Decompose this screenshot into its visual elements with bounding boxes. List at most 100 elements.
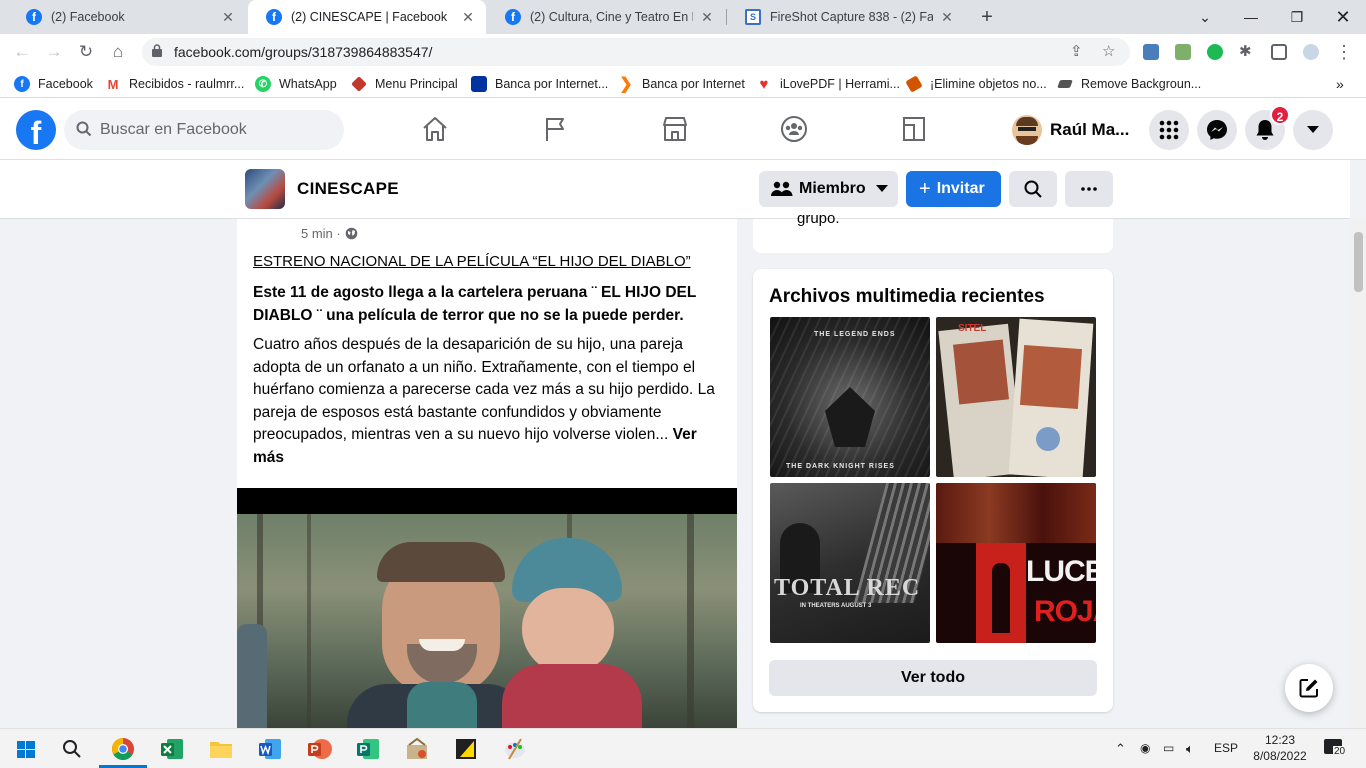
bookmark-label: Banca por Internet: [642, 77, 745, 91]
chrome-menu-icon[interactable]: ⋮: [1332, 40, 1356, 64]
marketplace-icon[interactable]: [659, 113, 691, 145]
notification-center[interactable]: 20: [1324, 737, 1350, 757]
bookmark-banca-2[interactable]: ❯ Banca por Internet: [618, 75, 745, 93]
minimize-button[interactable]: —: [1228, 0, 1274, 34]
media-thumb-dark-knight[interactable]: THE LEGEND ENDS THE DARK KNIGHT RISES: [770, 317, 930, 477]
bookmark-remove-bg[interactable]: Remove Backgroun...: [1057, 75, 1201, 93]
close-tab-icon[interactable]: ✕: [699, 9, 715, 26]
file-explorer-icon[interactable]: [207, 735, 235, 763]
bookmark-ilovepdf[interactable]: ♥ iLovePDF | Herrami...: [756, 75, 900, 93]
gaming-icon[interactable]: [898, 113, 930, 145]
extension-green-icon[interactable]: [1207, 44, 1223, 60]
facebook-favicon: f: [505, 9, 521, 25]
tools-app-icon[interactable]: [403, 735, 431, 763]
post-time[interactable]: 5 min ·: [301, 226, 341, 241]
taskbar-search-icon[interactable]: [58, 735, 86, 763]
media-thumb-luces-rojas[interactable]: LUCES ROJA: [936, 483, 1096, 643]
group-search-button[interactable]: [1009, 171, 1057, 207]
tab-facebook[interactable]: f (2) Facebook ✕: [8, 0, 246, 34]
new-message-button[interactable]: [1285, 664, 1333, 712]
close-tab-icon[interactable]: ✕: [220, 9, 236, 26]
language-indicator[interactable]: ESP: [1214, 741, 1238, 755]
messenger-button[interactable]: [1197, 110, 1237, 150]
publisher-icon[interactable]: [354, 735, 382, 763]
media-text: SITEL: [958, 323, 987, 334]
bookmark-elimine[interactable]: ¡Elimine objetos no...: [905, 75, 1047, 93]
powerpoint-icon[interactable]: [305, 735, 333, 763]
avatar: [1012, 115, 1042, 145]
side-panel-icon[interactable]: [1271, 44, 1287, 60]
url-bar[interactable]: facebook.com/groups/318739864883547/ ⇪ ☆: [142, 38, 1130, 66]
show-hidden-icons[interactable]: ⌃: [1115, 741, 1126, 757]
restore-button[interactable]: ❐: [1274, 0, 1320, 34]
member-label: Miembro: [799, 180, 866, 197]
bookmark-label: Banca por Internet...: [495, 77, 609, 91]
scrollbar-thumb[interactable]: [1354, 232, 1363, 292]
pages-flag-icon[interactable]: [539, 113, 571, 145]
paint-icon[interactable]: [501, 735, 529, 763]
member-button[interactable]: Miembro: [759, 171, 898, 207]
menu-grid-button[interactable]: [1149, 110, 1189, 150]
media-thumb-tickets[interactable]: SITEL: [936, 317, 1096, 477]
facebook-search[interactable]: [64, 110, 344, 150]
bookmark-facebook[interactable]: f Facebook: [14, 75, 93, 93]
search-input[interactable]: [100, 110, 330, 150]
facebook-logo-icon[interactable]: f: [16, 110, 56, 151]
bookmark-label: Recibidos - raulmrr...: [129, 77, 245, 91]
bookmark-star-icon[interactable]: ☆: [1102, 42, 1115, 60]
tab-cultura-cine[interactable]: f (2) Cultura, Cine y Teatro En Lima ✕: [487, 0, 725, 34]
sticky-notes-icon[interactable]: [452, 735, 480, 763]
taskbar-clock[interactable]: 12:23 8/08/2022: [1250, 732, 1310, 764]
gmail-icon: M: [105, 76, 121, 92]
close-window-button[interactable]: ✕: [1320, 0, 1366, 34]
tab-search-icon[interactable]: ⌄: [1182, 0, 1228, 34]
profile-chip[interactable]: Raúl Ma...: [1012, 110, 1129, 150]
group-more-button[interactable]: [1065, 171, 1113, 207]
bookmark-menu-principal[interactable]: Menu Principal: [351, 75, 458, 93]
more-bookmarks-icon[interactable]: »: [1336, 75, 1344, 93]
bookmark-whatsapp[interactable]: ✆ WhatsApp: [255, 75, 337, 93]
group-name[interactable]: CINESCAPE: [297, 179, 399, 199]
media-text: LUCES: [1026, 555, 1096, 588]
reload-icon[interactable]: ↻: [74, 40, 98, 64]
volume-icon[interactable]: 🔈︎: [1186, 741, 1194, 757]
bell-icon: [1256, 120, 1274, 140]
tab-title: (2) Cultura, Cine y Teatro En Lima: [530, 10, 693, 24]
extension-fireshot-icon[interactable]: [1143, 44, 1159, 60]
post-video[interactable]: [237, 488, 737, 728]
forward-icon[interactable]: →: [42, 40, 66, 64]
invite-label: Invitar: [936, 180, 985, 197]
home-icon[interactable]: ⌂: [106, 40, 130, 64]
location-icon[interactable]: ◉: [1140, 741, 1150, 755]
members-icon: [771, 181, 793, 196]
tab-fireshot[interactable]: S FireShot Capture 838 - (2) Facebo ✕: [727, 0, 965, 34]
network-icon[interactable]: ▭: [1163, 741, 1174, 755]
windows-start-icon[interactable]: [12, 735, 40, 763]
media-text: THE DARK KNIGHT RISES: [786, 463, 895, 470]
excel-icon[interactable]: [158, 735, 186, 763]
home-nav-icon[interactable]: [419, 113, 451, 145]
share-icon[interactable]: ⇪: [1070, 42, 1083, 60]
media-text: THE LEGEND ENDS: [814, 331, 896, 338]
close-tab-icon[interactable]: ✕: [939, 9, 955, 26]
account-button[interactable]: [1293, 110, 1333, 150]
tab-cinescape[interactable]: f (2) CINESCAPE | Facebook ✕: [248, 0, 486, 34]
group-thumbnail[interactable]: [245, 169, 285, 209]
back-icon[interactable]: ←: [10, 40, 34, 64]
bookmarks-bar: f Facebook M Recibidos - raulmrr... ✆ Wh…: [0, 70, 1366, 98]
close-tab-icon[interactable]: ✕: [460, 9, 476, 26]
invite-button[interactable]: + Invitar: [906, 171, 1001, 207]
groups-icon[interactable]: [778, 113, 810, 145]
bookmark-banca-1[interactable]: Banca por Internet...: [471, 75, 608, 93]
extension-download-icon[interactable]: [1175, 44, 1191, 60]
globe-icon[interactable]: [345, 227, 358, 240]
page-scrollbar[interactable]: [1350, 219, 1366, 728]
bookmark-gmail[interactable]: M Recibidos - raulmrr...: [105, 75, 244, 93]
see-all-button[interactable]: Ver todo: [769, 660, 1097, 696]
extensions-puzzle-icon[interactable]: ✱: [1239, 44, 1255, 60]
word-icon[interactable]: [256, 735, 284, 763]
profile-avatar-icon[interactable]: [1303, 44, 1319, 60]
new-tab-button[interactable]: +: [976, 6, 998, 28]
chrome-icon[interactable]: [109, 735, 137, 763]
media-thumb-total-recall[interactable]: TOTAL REC IN THEATERS AUGUST 3: [770, 483, 930, 643]
